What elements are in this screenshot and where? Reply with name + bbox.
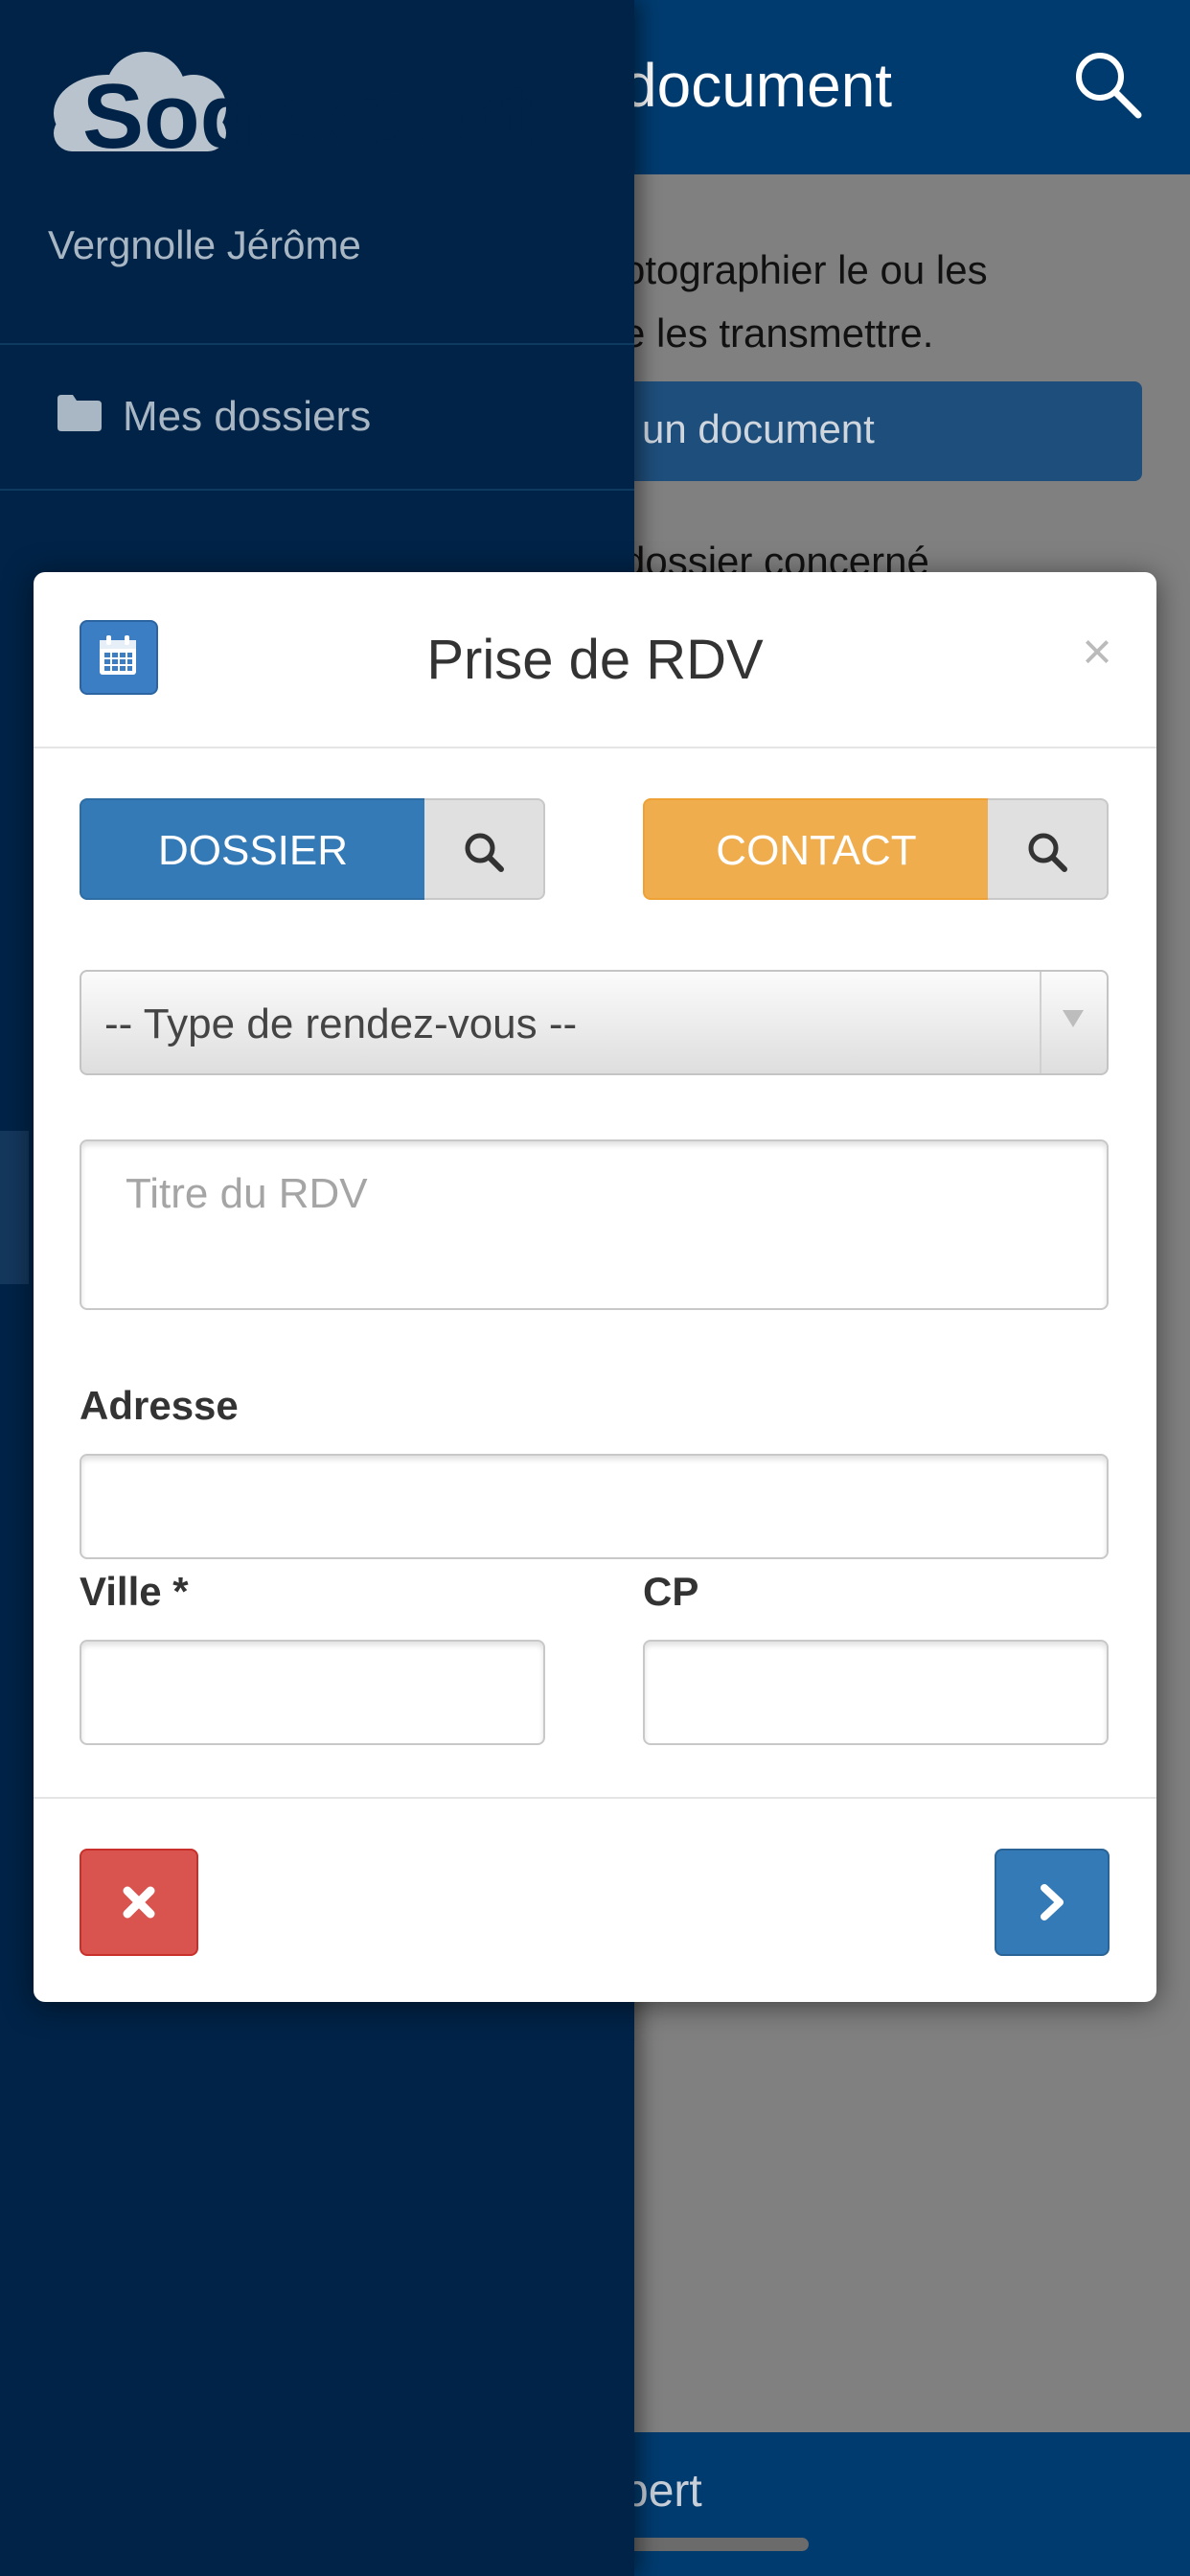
postal-code-label: CP [643,1569,699,1614]
drawer-item-mes-dossiers[interactable]: Mes dossiers [0,347,634,491]
contact-group: CONTACT [643,798,1109,904]
city-input[interactable] [80,1640,545,1745]
search-icon [465,833,504,872]
modal-footer-divider [34,1797,1156,1799]
chevron-down-icon [1063,1010,1084,1027]
instruction-text-2: e les transmettre. [623,310,934,356]
dossier-group: DOSSIER [80,798,545,904]
appointment-type-value: -- Type de rendez-vous -- [104,1000,578,1047]
footer-text: pert [623,2466,702,2517]
select-arrow [1040,972,1107,1073]
city-label: Ville * [80,1569,189,1614]
drawer-active-indicator [0,1131,29,1284]
postal-code-input[interactable] [643,1640,1109,1745]
appointment-title-placeholder: Titre du RDV [126,1170,368,1217]
page-title: document [623,51,893,120]
svg-text:Sogexpert: Sogexpert [82,65,532,168]
instruction-text-1: otographier le ou les [623,247,988,292]
search-icon[interactable] [1069,46,1146,123]
contact-button[interactable]: CONTACT [643,798,990,900]
dossier-search-button[interactable] [424,798,545,900]
chevron-right-icon [1041,1884,1064,1920]
sogexpert-logo: Sogexpert [54,52,532,168]
contact-search-button[interactable] [988,798,1109,900]
add-document-button[interactable]: un document [575,381,1142,481]
user-name: Vergnolle Jérôme [48,222,361,267]
cancel-button[interactable] [80,1849,198,1956]
modal-title: Prise de RDV [426,629,764,691]
modal-header-divider [34,747,1156,748]
next-button[interactable] [995,1849,1110,1956]
appointment-modal: Prise de RDV × DOSSIER CONTACT -- Type d… [34,572,1156,2002]
drawer-divider [0,343,634,345]
add-document-label: un document [642,406,875,451]
close-icon [123,1886,155,1919]
appointment-type-select[interactable]: -- Type de rendez-vous -- [80,970,1109,1075]
address-input[interactable] [80,1454,1109,1559]
search-icon [1028,833,1067,872]
appointment-title-input[interactable]: Titre du RDV [80,1139,1109,1310]
drawer-divider [0,489,634,491]
dossier-button[interactable]: DOSSIER [80,798,426,900]
close-icon[interactable]: × [1068,626,1126,678]
address-label: Adresse [80,1383,239,1428]
folder-icon [57,395,102,431]
drawer-item-label: Mes dossiers [123,393,372,440]
